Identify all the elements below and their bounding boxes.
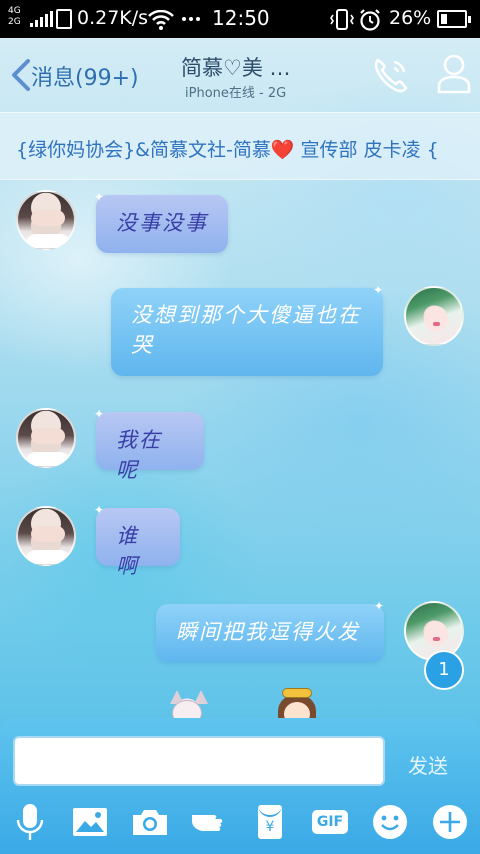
- message-text: 没想到那个大傻逼也在哭: [131, 303, 361, 357]
- online-status: iPhone在线 - 2G: [185, 86, 287, 101]
- vibrate-icon: [330, 9, 354, 30]
- message-text: 没事没事: [116, 211, 208, 235]
- message-bubble[interactable]: ✦ 没事没事: [94, 191, 228, 253]
- microphone-icon[interactable]: [10, 802, 50, 842]
- poke-hand-icon[interactable]: [190, 802, 230, 842]
- message-bubble[interactable]: ✦ 谁啊: [94, 504, 180, 578]
- message-bubble[interactable]: ✦ 我在呢: [94, 408, 204, 482]
- chat-title[interactable]: 简慕♡美 …: [181, 52, 291, 82]
- send-button[interactable]: 发送: [408, 750, 448, 779]
- composer-bar: 发送 ¥ GIF: [0, 718, 480, 854]
- clock: 12:50: [212, 6, 270, 30]
- battery-icon: [437, 10, 471, 28]
- gif-label: GIF: [311, 810, 349, 834]
- composer-toolbar: ¥ GIF: [0, 802, 480, 846]
- message-text: 谁啊: [116, 524, 139, 578]
- avatar-contact[interactable]: [16, 506, 76, 566]
- star-icon: ✦: [94, 190, 107, 204]
- emoji-icon[interactable]: [370, 802, 410, 842]
- avatar-self[interactable]: [404, 286, 464, 346]
- avatar-contact[interactable]: [16, 190, 76, 250]
- red-packet-icon[interactable]: ¥: [250, 802, 290, 842]
- gif-icon[interactable]: GIF: [310, 802, 350, 842]
- plus-icon[interactable]: [430, 802, 470, 842]
- back-button-label[interactable]: 消息(99+): [31, 60, 139, 92]
- person-icon[interactable]: [436, 52, 472, 96]
- signal-icon: [30, 11, 53, 27]
- star-icon: ✦: [374, 599, 387, 613]
- alarm-icon: [360, 9, 380, 31]
- star-icon: ✦: [373, 283, 386, 297]
- banner-text: {绿你妈协会}&简慕文社-简慕❤️ 宣传部 皮卡凌 {: [16, 139, 439, 161]
- message-input[interactable]: [13, 736, 385, 786]
- phone-icon[interactable]: [370, 54, 412, 96]
- message-text: 瞬间把我逗得火发: [176, 620, 360, 644]
- network-type: 4G 2G: [8, 6, 21, 27]
- group-banner[interactable]: {绿你妈协会}&简慕文社-简慕❤️ 宣传部 皮卡凌 {: [0, 112, 480, 180]
- unread-badge[interactable]: 1: [424, 650, 464, 690]
- star-icon: ✦: [94, 503, 107, 517]
- more-notifications-icon: [182, 17, 200, 21]
- network-speed: 0.27K/s: [77, 7, 149, 29]
- notification-icon: [56, 9, 72, 29]
- chat-header: 消息(99+) 简慕♡美 … iPhone在线 - 2G: [0, 38, 480, 112]
- battery-percent: 26%: [389, 7, 432, 29]
- image-icon[interactable]: [70, 802, 110, 842]
- avatar-contact[interactable]: [16, 408, 76, 468]
- red-packet-label: ¥: [258, 805, 282, 839]
- star-icon: ✦: [94, 407, 107, 421]
- wifi-icon: [148, 10, 174, 30]
- status-bar: 4G 2G 0.27K/s 12:50 26%: [0, 0, 480, 38]
- message-bubble[interactable]: ✦ 没想到那个大傻逼也在哭: [111, 284, 383, 376]
- message-bubble[interactable]: ✦ 瞬间把我逗得火发: [156, 600, 384, 662]
- camera-icon[interactable]: [130, 802, 170, 842]
